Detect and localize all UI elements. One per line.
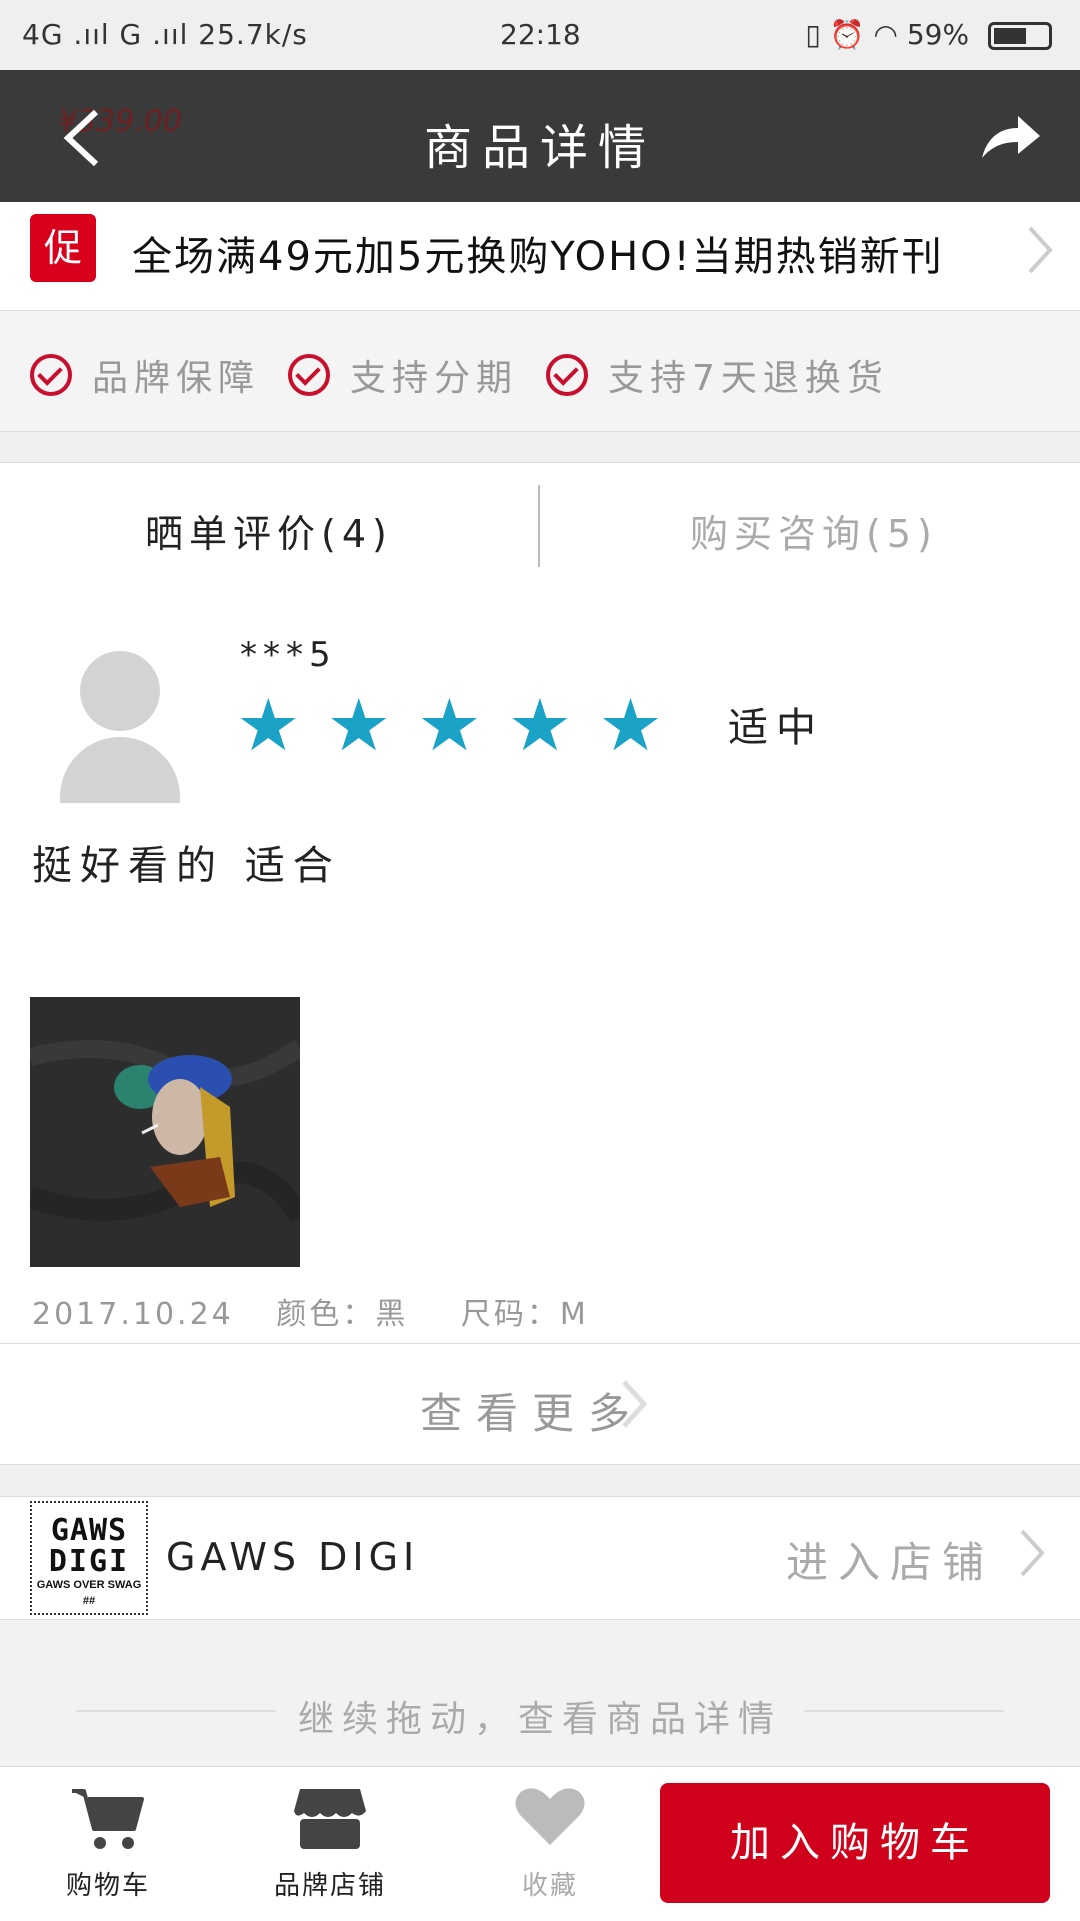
view-more-label: 查看更多 xyxy=(420,1389,645,1438)
star-icon: ★ xyxy=(236,683,301,767)
store-row[interactable]: GAWS DIGI GAWS OVER SWAG ## GAWS DIGI 进入… xyxy=(0,1496,1080,1621)
network-status: 4G .ııl G .ııl 25.7k/s xyxy=(22,18,308,51)
chevron-right-icon xyxy=(620,1378,648,1434)
add-to-cart-button[interactable]: 加入购物车 xyxy=(660,1783,1050,1903)
heart-icon xyxy=(515,1788,585,1845)
battery-icon xyxy=(988,22,1052,50)
drag-hint: 继续拖动，查看商品详情 xyxy=(0,1620,1080,1766)
view-more-button[interactable]: 查看更多 xyxy=(0,1343,1080,1465)
cart-button[interactable]: 购物车 xyxy=(28,1783,188,1902)
review-meta: 2017.10.24 颜色：黑 尺码：M xyxy=(32,1289,589,1333)
wifi-icon: ◠ xyxy=(873,18,898,51)
review-card: ***5 ★ ★ ★ ★ ★ 适中 挺好看的 适合 2017.10.24 颜色：… xyxy=(0,591,1080,1343)
battery-level: 59% xyxy=(906,18,970,51)
guarantee-bar: 品牌保障 支持分期 支持7天退换货 xyxy=(0,311,1080,432)
reviewer-name: ***5 xyxy=(240,635,337,675)
page-title: 商品详情 xyxy=(423,120,656,176)
clock: 22:18 xyxy=(500,18,581,51)
alarm-icon: ⏰ xyxy=(829,18,865,51)
review-date: 2017.10.24 xyxy=(32,1297,234,1332)
star-rating: ★ ★ ★ ★ ★ xyxy=(236,689,663,761)
vibrate-icon: ▯ xyxy=(805,18,821,51)
review-color: 颜色：黑 xyxy=(276,1297,409,1332)
review-size: 尺码：M xyxy=(460,1297,589,1332)
store-icon xyxy=(294,1789,366,1849)
tab-divider xyxy=(538,485,540,567)
review-photo[interactable] xyxy=(30,997,300,1267)
bottom-action-bar: 购物车 品牌店铺 收藏 加入购物车 xyxy=(0,1766,1080,1921)
promo-text: 全场满49元加5元换购YOHO!当期热销新刊 xyxy=(132,234,944,280)
chevron-right-icon xyxy=(1018,1527,1046,1583)
fit-label: 适中 xyxy=(728,705,824,751)
guarantee-label: 支持7天退换货 xyxy=(608,358,889,399)
review-text: 挺好看的 适合 xyxy=(32,843,341,889)
chevron-right-icon xyxy=(1026,224,1054,280)
star-icon: ★ xyxy=(417,683,482,767)
enter-store-link[interactable]: 进入店铺 xyxy=(786,1529,994,1590)
cart-icon xyxy=(72,1789,144,1849)
favorite-label: 收藏 xyxy=(521,1871,578,1901)
guarantee-item: 支持7天退换货 xyxy=(546,349,889,401)
tab-reviews[interactable]: 晒单评价(4) xyxy=(145,503,393,558)
store-logo: GAWS DIGI GAWS OVER SWAG ## xyxy=(30,1501,148,1615)
star-icon: ★ xyxy=(507,683,573,767)
favorite-button[interactable]: 收藏 xyxy=(470,1783,630,1902)
brand-store-label: 品牌店铺 xyxy=(273,1871,386,1901)
check-circle-icon xyxy=(288,354,330,396)
promotion-banner[interactable]: 促 全场满49元加5元换购YOHO!当期热销新刊 xyxy=(0,202,1080,311)
review-tabs: 晒单评价(4) 购买咨询(5) xyxy=(0,462,1080,592)
top-navigation-bar: ¥339.00 商品详情 xyxy=(0,70,1080,202)
share-icon xyxy=(982,116,1040,158)
promo-badge: 促 xyxy=(30,214,96,282)
hint-divider-right xyxy=(804,1710,1004,1712)
guarantee-item: 品牌保障 xyxy=(30,349,260,401)
check-circle-icon xyxy=(30,354,72,396)
status-bar: 4G .ııl G .ııl 25.7k/s 22:18 ▯ ⏰ ◠ 59% xyxy=(0,0,1080,70)
battery-status: ▯ ⏰ ◠ 59% xyxy=(805,18,1052,51)
brand-store-button[interactable]: 品牌店铺 xyxy=(250,1783,410,1902)
store-name: GAWS DIGI xyxy=(166,1535,420,1579)
avatar xyxy=(60,651,180,803)
star-icon: ★ xyxy=(326,683,392,767)
share-button[interactable] xyxy=(978,110,1042,166)
star-icon: ★ xyxy=(598,683,663,767)
tab-consult[interactable]: 购买咨询(5) xyxy=(690,503,938,558)
guarantee-label: 品牌保障 xyxy=(92,358,261,399)
check-circle-icon xyxy=(546,354,588,396)
guarantee-item: 支持分期 xyxy=(288,349,518,401)
cart-label: 购物车 xyxy=(65,1871,150,1901)
guarantee-label: 支持分期 xyxy=(350,358,519,399)
drag-hint-text: 继续拖动，查看商品详情 xyxy=(297,1699,782,1740)
tshirt-print-image xyxy=(30,997,300,1267)
